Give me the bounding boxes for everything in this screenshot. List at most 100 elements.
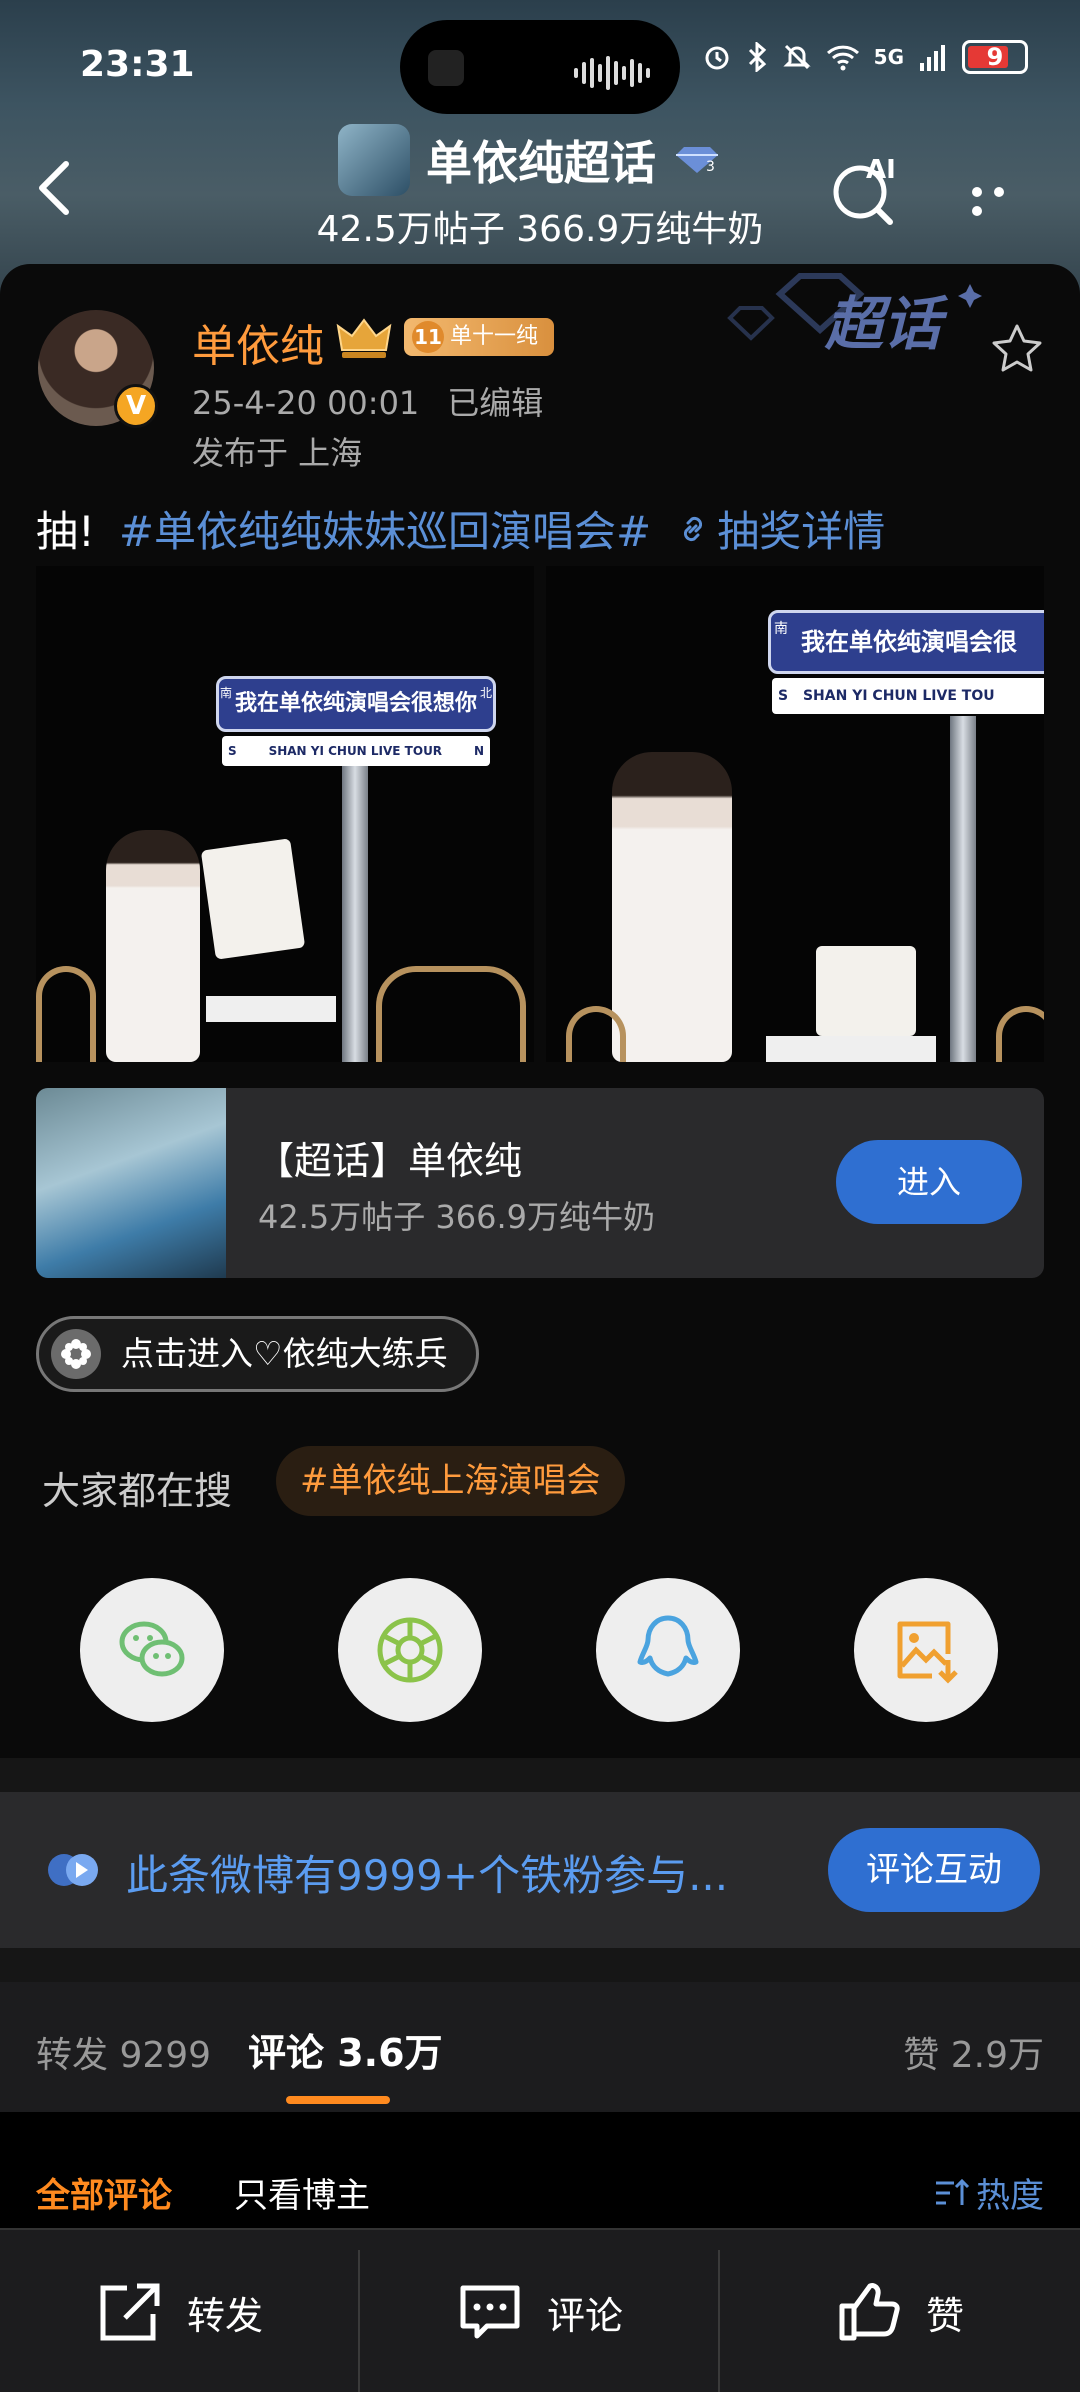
wifi-icon <box>826 45 859 71</box>
enter-button[interactable]: 进入 <box>836 1140 1022 1224</box>
photo-chair <box>996 1006 1044 1062</box>
thumbs-up-icon <box>839 2283 900 2341</box>
ai-search-icon[interactable]: AI <box>826 152 906 228</box>
fans-engagement-bar[interactable]: 此条微博有9999+个铁粉参与... 评论互动 <box>0 1792 1080 1948</box>
crown-icon <box>336 318 392 358</box>
photo-sign-1-direction-left: 南 <box>220 686 233 700</box>
bottom-action-bar: 转发 评论 赞 <box>0 2228 1080 2392</box>
photo-chair <box>566 1006 626 1062</box>
photo-sign-2-direction-left: 南 <box>774 621 788 637</box>
fan-level-number: 11 <box>412 321 444 353</box>
status-icons: 5G 9 <box>702 40 1028 74</box>
photo-pole <box>342 766 368 1062</box>
fans-icon <box>48 1854 98 1886</box>
diamond-badge-icon: 3 <box>676 147 718 175</box>
flower-icon <box>51 1329 101 1379</box>
post-date: 25-4-20 00:01 <box>192 384 420 422</box>
dynamic-island[interactable] <box>400 20 680 114</box>
super-topic-name: 【超话】单依纯 <box>256 1139 523 1183</box>
tab-repost[interactable]: 转发 9299 <box>36 2026 211 2078</box>
photo-chair <box>376 966 526 1062</box>
link-icon <box>684 516 703 541</box>
post-location: 发布于 上海 <box>192 434 363 472</box>
post-stats-tabs: 转发 9299 评论 3.6万 赞 2.9万 <box>0 1982 1080 2112</box>
super-topic-stats: 42.5万帖子 366.9万纯牛奶 <box>258 1198 656 1236</box>
wechat-icon <box>119 1621 185 1677</box>
share-qq-button[interactable] <box>596 1578 740 1722</box>
header-title-row[interactable]: 单依纯超话 3 <box>338 124 722 196</box>
status-time: 23:31 <box>80 44 195 85</box>
filter-all-comments[interactable]: 全部评论 <box>36 2168 172 2217</box>
signal-icon <box>920 45 945 71</box>
tab-like[interactable]: 赞 2.9万 <box>903 2026 1044 2078</box>
photo-table <box>206 996 336 1022</box>
photo-sign-1-sub: S SHAN YI CHUN LIVE TOUR N <box>222 736 490 766</box>
post-meta: 25-4-20 00:01 已编辑 <box>192 378 571 424</box>
photo-board <box>816 946 916 1036</box>
post-text: 抽! #单依纯纯妹妹巡回演唱会# 抽奖详情 <box>36 498 885 559</box>
battery-icon: 9 <box>962 40 1028 74</box>
photo-pole <box>950 716 976 1062</box>
share-moments-button[interactable] <box>338 1578 482 1722</box>
sort-dropdown[interactable]: 热度 <box>934 2168 1044 2217</box>
svg-text:AI: AI <box>866 155 896 185</box>
section-divider <box>0 1758 1080 1792</box>
photo-singer <box>612 752 732 1062</box>
topic-avatar <box>338 124 410 196</box>
photo-sign-2: 我在单依纯演唱会很 <box>768 610 1044 674</box>
comment-filter-row: 全部评论 只看博主 热度 <box>0 2132 1080 2232</box>
moments-icon <box>377 1617 443 1683</box>
favorite-star-icon[interactable] <box>990 322 1044 376</box>
fan-level-badge[interactable]: 11 单十一纯 <box>404 318 555 356</box>
topic-header: 单依纯超话 3 42.5万帖子 366.9万纯牛奶 AI <box>0 110 1080 260</box>
sort-icon <box>936 2178 970 2205</box>
super-topic-cover <box>36 1088 226 1278</box>
tab-comment[interactable]: 评论 3.6万 <box>248 2022 443 2077</box>
author-name[interactable]: 单依纯 <box>192 310 324 374</box>
topic-tag-pill[interactable]: 点击进入♡依纯大练兵 <box>36 1316 479 1392</box>
post-hashtag[interactable]: #单依纯纯妹妹巡回演唱会# <box>119 498 651 559</box>
post-photo-1[interactable]: 我在单依纯演唱会很想你 南 北 S SHAN YI CHUN LIVE TOUR… <box>36 566 534 1062</box>
photo-sign-2-sub: S SHAN YI CHUN LIVE TOU <box>772 678 1044 714</box>
lottery-link[interactable]: 抽奖详情 <box>675 498 885 559</box>
share-wechat-button[interactable] <box>80 1578 224 1722</box>
header-subtitle: 42.5万帖子 366.9万纯牛奶 <box>316 209 764 250</box>
more-options-icon[interactable] <box>972 182 1036 216</box>
svg-text:3: 3 <box>706 159 715 175</box>
post-photo-2[interactable]: 我在单依纯演唱会很 南 S SHAN YI CHUN LIVE TOU <box>546 566 1044 1062</box>
svg-text:超话: 超话 <box>824 290 949 358</box>
section-divider <box>0 2112 1080 2132</box>
comment-icon <box>460 2285 520 2339</box>
mute-icon <box>783 44 811 70</box>
fans-engagement-text: 此条微博有9999+个铁粉参与... <box>126 1851 729 1900</box>
photo-singer <box>106 830 200 1062</box>
photo-table <box>766 1036 936 1062</box>
audio-wave-icon <box>574 56 650 90</box>
comment-button[interactable]: 评论 <box>360 2230 720 2392</box>
page-title: 单依纯超话 <box>426 136 656 190</box>
alarm-icon <box>705 46 729 70</box>
comment-interact-button[interactable]: 评论互动 <box>828 1828 1040 1912</box>
qq-icon <box>637 1615 699 1677</box>
repost-icon <box>100 2283 160 2341</box>
trending-search-label: 大家都在搜 <box>42 1469 233 1513</box>
post-text-prefix: 抽! <box>36 507 95 556</box>
network-type: 5G <box>873 45 904 69</box>
super-topic-card[interactable]: 【超话】单依纯 42.5万帖子 366.9万纯牛奶 进入 <box>36 1088 1044 1278</box>
trending-search-tag[interactable]: #单依纯上海演唱会 <box>276 1446 625 1516</box>
repost-button[interactable]: 转发 <box>0 2230 360 2392</box>
save-image-icon <box>897 1621 958 1684</box>
photo-board <box>200 838 306 960</box>
filter-author-only[interactable]: 只看博主 <box>234 2168 370 2217</box>
save-image-button[interactable] <box>854 1578 998 1722</box>
photo-sign-1-direction-right: 北 <box>480 686 493 700</box>
verified-badge: V <box>114 384 158 428</box>
media-thumbnail <box>428 50 464 86</box>
edited-label[interactable]: 已编辑 <box>447 384 543 422</box>
like-button[interactable]: 赞 <box>720 2230 1080 2392</box>
bluetooth-icon <box>748 42 766 72</box>
section-divider <box>0 1948 1080 1982</box>
photo-chair <box>36 966 96 1062</box>
photo-sign-1: 我在单依纯演唱会很想你 <box>216 676 496 732</box>
active-tab-indicator <box>286 2096 390 2104</box>
